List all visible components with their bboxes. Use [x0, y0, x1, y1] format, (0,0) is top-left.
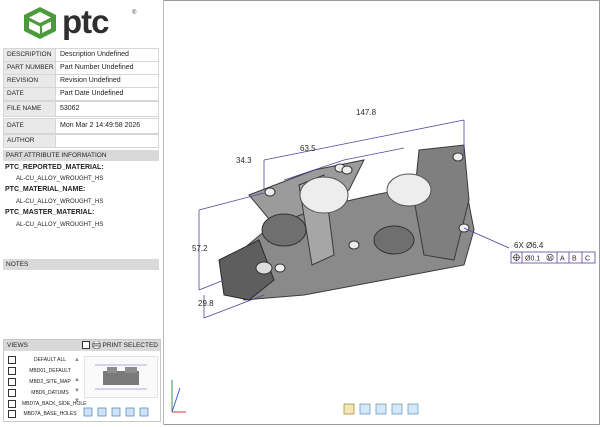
hole-callout[interactable]: 6X Ø6.4	[514, 241, 544, 250]
ptc-logo: ptc ®	[22, 3, 142, 40]
view-thumbnail-image	[95, 364, 147, 390]
attribute-name: PTC_REPORTED_MATERIAL:	[5, 164, 104, 171]
attribute-value: AL-CU_ALLOY_WROUGHT_HS	[16, 176, 104, 182]
dimension-147[interactable]: 147.8	[356, 108, 377, 117]
file-name-value: 53062	[60, 105, 80, 112]
notes-header: NOTES	[3, 259, 159, 270]
logo-registered: ®	[132, 10, 137, 16]
axis-triad-icon	[171, 380, 186, 413]
view-cube-icon[interactable]	[125, 407, 135, 417]
3d-viewport[interactable]: 147.8 63.5 34.3 57.2 29.8 6X Ø6.4 Ø0.1 M…	[164, 0, 599, 425]
view-checkbox[interactable]	[8, 410, 16, 418]
view-checkbox[interactable]	[8, 356, 16, 364]
file-date-row: DATE Mon Mar 2 14:49:58 2026	[3, 118, 159, 134]
file-date-value: Mon Mar 2 14:49:58 2026	[60, 122, 141, 129]
author-row: AUTHOR	[3, 134, 159, 148]
print-selected-label: PRINT SELECTED	[102, 342, 158, 349]
datum-c: C	[585, 256, 590, 263]
fcf-tolerance: Ø0.1	[525, 256, 540, 263]
view-label: MBD01_DEFAULT	[29, 368, 71, 375]
logo-wordmark: ptc	[62, 3, 109, 40]
view-label: MBD6_DATUMS	[31, 390, 69, 397]
views-header: VIEWS PRINT SELECTED	[4, 340, 160, 351]
property-value: Description Undefined	[60, 51, 129, 58]
viewport-toolbar	[343, 403, 419, 415]
property-key: DATE	[4, 88, 56, 100]
view-top-icon[interactable]	[375, 403, 387, 415]
ptc-logo-icon	[24, 7, 56, 39]
view-item[interactable]: MBD01_DEFAULT	[8, 367, 78, 375]
view-iso-icon[interactable]	[407, 403, 419, 415]
view-side-icon[interactable]	[391, 403, 403, 415]
dimension-34[interactable]: 34.3	[236, 156, 252, 165]
dimension-29[interactable]: 29.8	[198, 299, 214, 308]
attribute-value: AL-CU_ALLOY_WROUGHT_HS	[16, 222, 104, 228]
view-item[interactable]: MBD2_SITE_MAP	[8, 378, 78, 386]
author-table: AUTHOR	[3, 134, 159, 148]
view-cube-icon[interactable]	[83, 407, 93, 417]
views-title: VIEWS	[7, 342, 28, 349]
view-item[interactable]: DEFAULT ALL	[8, 356, 78, 364]
scroll-up-icon[interactable]: ▲	[74, 357, 80, 363]
pan-icon[interactable]	[343, 403, 355, 415]
file-info-table: FILE NAME 53062	[3, 101, 159, 117]
view-cube-icon[interactable]	[111, 407, 121, 417]
view-checkbox[interactable]	[8, 378, 16, 386]
attribute-name: PTC_MATERIAL_NAME:	[5, 186, 86, 193]
feature-control-frame[interactable]: Ø0.1 M A B C	[510, 251, 596, 264]
view-label: MBD7A_BACK_SIDE_HOLE	[22, 401, 87, 408]
print-selected-checkbox[interactable]	[81, 341, 90, 350]
view-item[interactable]: MBD7A_BASE_HOLES	[8, 410, 78, 418]
scroll-down-icon[interactable]: ▼	[74, 388, 80, 394]
property-row: DESCRIPTION Description Undefined	[3, 48, 159, 62]
scroll-up-icon[interactable]: ▲	[74, 377, 80, 383]
view-front-icon[interactable]	[359, 403, 371, 415]
attribute-name: PTC_MASTER_MATERIAL:	[5, 209, 95, 216]
properties-table: DESCRIPTION Description Undefined PART N…	[3, 48, 159, 101]
view-checkbox[interactable]	[8, 367, 16, 375]
property-key: REVISION	[4, 75, 56, 87]
file-date-table: DATE Mon Mar 2 14:49:58 2026	[3, 118, 159, 134]
view-checkbox[interactable]	[8, 389, 16, 397]
cad-part[interactable]	[218, 144, 475, 301]
file-name-row: FILE NAME 53062	[3, 101, 159, 117]
property-value: Part Date Undefined	[60, 90, 124, 97]
scroll-down-icon[interactable]: ▼	[74, 398, 80, 404]
view-item[interactable]: MBD7A_BACK_SIDE_HOLE	[8, 400, 87, 408]
view-label: MBD7A_BASE_HOLES	[23, 411, 77, 418]
property-value: Revision Undefined	[60, 77, 121, 84]
view-label: MBD2_SITE_MAP	[29, 379, 71, 386]
property-row: PART NUMBER Part Number Undefined	[3, 62, 159, 75]
dimension-63[interactable]: 63.5	[300, 144, 316, 153]
property-value: Part Number Undefined	[60, 64, 134, 71]
view-item[interactable]: MBD6_DATUMS	[8, 389, 78, 397]
datum-b: B	[572, 256, 577, 263]
view-toolbar	[83, 407, 149, 417]
file-name-key: FILE NAME	[4, 102, 56, 116]
attribute-header: PART ATTRIBUTE INFORMATION	[3, 150, 159, 161]
view-cube-icon[interactable]	[97, 407, 107, 417]
property-key: DESCRIPTION	[4, 49, 56, 61]
author-key: AUTHOR	[4, 135, 56, 147]
print-selected[interactable]: PRINT SELECTED	[81, 340, 158, 351]
property-row: REVISION Revision Undefined	[3, 75, 159, 88]
views-panel: VIEWS PRINT SELECTED DEFAULT ALL MBD01_D…	[3, 339, 161, 422]
view-checkbox[interactable]	[8, 400, 16, 408]
attribute-value: AL-CU_ALLOY_WROUGHT_HS	[16, 199, 104, 205]
printer-icon	[91, 340, 101, 350]
property-key: PART NUMBER	[4, 62, 56, 74]
model-canvas[interactable]: 147.8 63.5 34.3 57.2 29.8 6X Ø6.4 Ø0.1 M…	[164, 0, 599, 425]
view-thumbnail[interactable]	[84, 356, 158, 398]
file-date-key: DATE	[4, 119, 56, 133]
info-panel: ptc ® DESCRIPTION Description Undefined …	[0, 0, 164, 425]
view-label: DEFAULT ALL	[33, 357, 67, 364]
author-value	[56, 135, 158, 147]
datum-a: A	[560, 256, 565, 263]
property-row: DATE Part Date Undefined	[3, 88, 159, 101]
view-cube-icon[interactable]	[139, 407, 149, 417]
dimension-57[interactable]: 57.2	[192, 244, 208, 253]
fcf-modifier: M	[548, 256, 552, 262]
